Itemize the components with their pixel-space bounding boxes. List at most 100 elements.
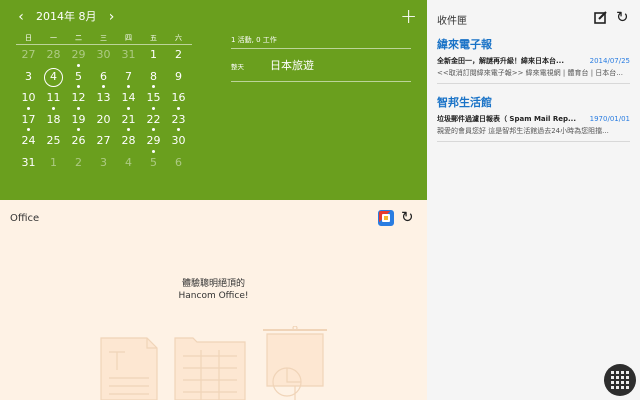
day-cell[interactable]: 9 <box>166 67 191 89</box>
weekday-label: 一 <box>50 34 57 42</box>
day-cell[interactable]: 12 <box>66 88 91 110</box>
day-cell[interactable]: 1 <box>141 45 166 67</box>
day-cell[interactable]: 3 <box>16 67 41 89</box>
month-navigation: ‹ 2014年 8月 › <box>14 9 119 25</box>
day-cell[interactable]: 13 <box>91 88 116 110</box>
prev-month-icon[interactable]: ‹ <box>14 9 28 25</box>
office-promo-line2: Hancom Office! <box>178 291 249 301</box>
day-number: 11 <box>46 91 61 104</box>
day-cell[interactable]: 29 <box>141 131 166 153</box>
day-number: 5 <box>150 155 157 169</box>
day-number: 31 <box>121 48 136 61</box>
apps-button[interactable] <box>604 364 636 396</box>
day-cell[interactable]: 22 <box>141 110 166 132</box>
day-number: 5 <box>75 69 82 83</box>
weekday-label: 二 <box>75 34 82 42</box>
day-number: 1 <box>50 155 57 169</box>
day-cell[interactable]: 5 <box>66 67 91 89</box>
day-cell[interactable]: 31 <box>116 45 141 67</box>
day-cell[interactable]: 28 <box>41 45 66 67</box>
day-number: 8 <box>150 69 157 83</box>
day-cell[interactable]: 6 <box>166 153 191 175</box>
day-cell[interactable]: 8 <box>141 67 166 89</box>
day-cell[interactable]: 3 <box>91 153 116 175</box>
day-cell[interactable]: 30 <box>91 45 116 67</box>
day-cell[interactable]: 15 <box>141 88 166 110</box>
day-cell[interactable]: 2 <box>66 153 91 175</box>
office-widget: Office ↻ 體驗聰明絕頂的 Hancom Office! <box>0 200 427 400</box>
weekday-label: 六 <box>175 34 182 42</box>
week-row: 10 11 12 13 14 15 16 <box>16 88 192 110</box>
event-item[interactable]: 整天 日本旅遊 <box>231 48 411 82</box>
day-number: 6 <box>100 69 107 83</box>
today-cell[interactable]: 4 <box>41 67 66 89</box>
day-cell[interactable]: 11 <box>41 88 66 110</box>
day-number: 4 <box>125 155 132 169</box>
day-cell[interactable]: 26 <box>66 131 91 153</box>
day-number: 27 <box>96 134 111 147</box>
day-number: 24 <box>21 134 36 147</box>
day-cell[interactable]: 2 <box>166 45 191 67</box>
office-refresh-icon[interactable]: ↻ <box>401 208 414 226</box>
day-number: 4 <box>44 67 63 87</box>
day-number: 17 <box>21 112 36 126</box>
office-documents-illustration <box>100 326 327 400</box>
inbox-title: 收件匣 <box>437 16 467 27</box>
day-cell[interactable]: 25 <box>41 131 66 153</box>
day-summary: 1 活動, 0 工作 <box>231 34 411 49</box>
office-promo[interactable]: 體驗聰明絕頂的 Hancom Office! <box>0 278 427 302</box>
month-label[interactable]: 2014年 8月 <box>36 9 97 25</box>
email-item[interactable]: 智邦生活館 垃圾郵件過濾日報表（ Spam Mail Rep... 1970/0… <box>437 96 630 142</box>
day-cell[interactable]: 29 <box>66 45 91 67</box>
next-month-icon[interactable]: › <box>105 9 119 25</box>
add-event-icon[interactable]: + <box>400 6 417 26</box>
weekday-label: 三 <box>100 34 107 42</box>
day-number: 10 <box>21 91 36 104</box>
day-cell[interactable]: 10 <box>16 88 41 110</box>
day-cell[interactable]: 20 <box>91 110 116 132</box>
inbox-refresh-icon[interactable]: ↻ <box>616 8 629 26</box>
day-cell[interactable]: 27 <box>91 131 116 153</box>
event-title: 日本旅遊 <box>270 59 314 72</box>
day-number: 18 <box>46 112 61 126</box>
compose-icon[interactable] <box>594 10 608 24</box>
day-cell[interactable]: 5 <box>141 153 166 175</box>
day-cell[interactable]: 31 <box>16 153 41 175</box>
week-row: 27 28 29 30 31 1 2 <box>16 45 192 67</box>
day-cell[interactable]: 30 <box>166 131 191 153</box>
email-subject: 垃圾郵件過濾日報表（ Spam Mail Rep... <box>437 115 576 123</box>
day-cell[interactable]: 16 <box>166 88 191 110</box>
day-cell[interactable]: 19 <box>66 110 91 132</box>
day-cell[interactable]: 21 <box>116 110 141 132</box>
apps-grid-icon <box>611 371 629 389</box>
day-cell[interactable]: 18 <box>41 110 66 132</box>
calendar-widget: ‹ 2014年 8月 › + 日一二三四五六 27 28 29 30 31 1 2 3 4 5 6 7… <box>0 0 427 200</box>
weekday-label: 五 <box>150 34 157 42</box>
day-number: 19 <box>71 112 86 126</box>
day-number: 6 <box>175 155 182 169</box>
email-date: 1970/01/01 <box>589 115 630 123</box>
day-cell[interactable]: 4 <box>116 153 141 175</box>
day-cell[interactable]: 1 <box>41 153 66 175</box>
day-number: 7 <box>125 69 132 83</box>
day-number: 26 <box>71 134 86 147</box>
day-cell[interactable]: 7 <box>116 67 141 89</box>
day-number: 3 <box>25 69 32 83</box>
day-cell[interactable]: 24 <box>16 131 41 153</box>
day-cell[interactable]: 28 <box>116 131 141 153</box>
email-item[interactable]: 緯來電子報 全新金田一，解謎再升級！緯來日本台... 2014/07/25 <<… <box>437 38 630 84</box>
office-promo-line1: 體驗聰明絕頂的 <box>181 279 245 289</box>
day-cell[interactable]: 17 <box>16 110 41 132</box>
day-number: 13 <box>96 91 111 104</box>
day-cell[interactable]: 14 <box>116 88 141 110</box>
day-cell[interactable]: 23 <box>166 110 191 132</box>
day-number: 16 <box>171 91 186 104</box>
day-number: 12 <box>71 91 86 104</box>
weekday-label: 四 <box>125 34 132 42</box>
day-number: 27 <box>21 48 36 61</box>
day-number: 30 <box>171 134 186 147</box>
day-number: 22 <box>146 112 161 126</box>
day-cell[interactable]: 6 <box>91 67 116 89</box>
day-cell[interactable]: 27 <box>16 45 41 67</box>
hancom-office-icon[interactable] <box>378 210 394 226</box>
